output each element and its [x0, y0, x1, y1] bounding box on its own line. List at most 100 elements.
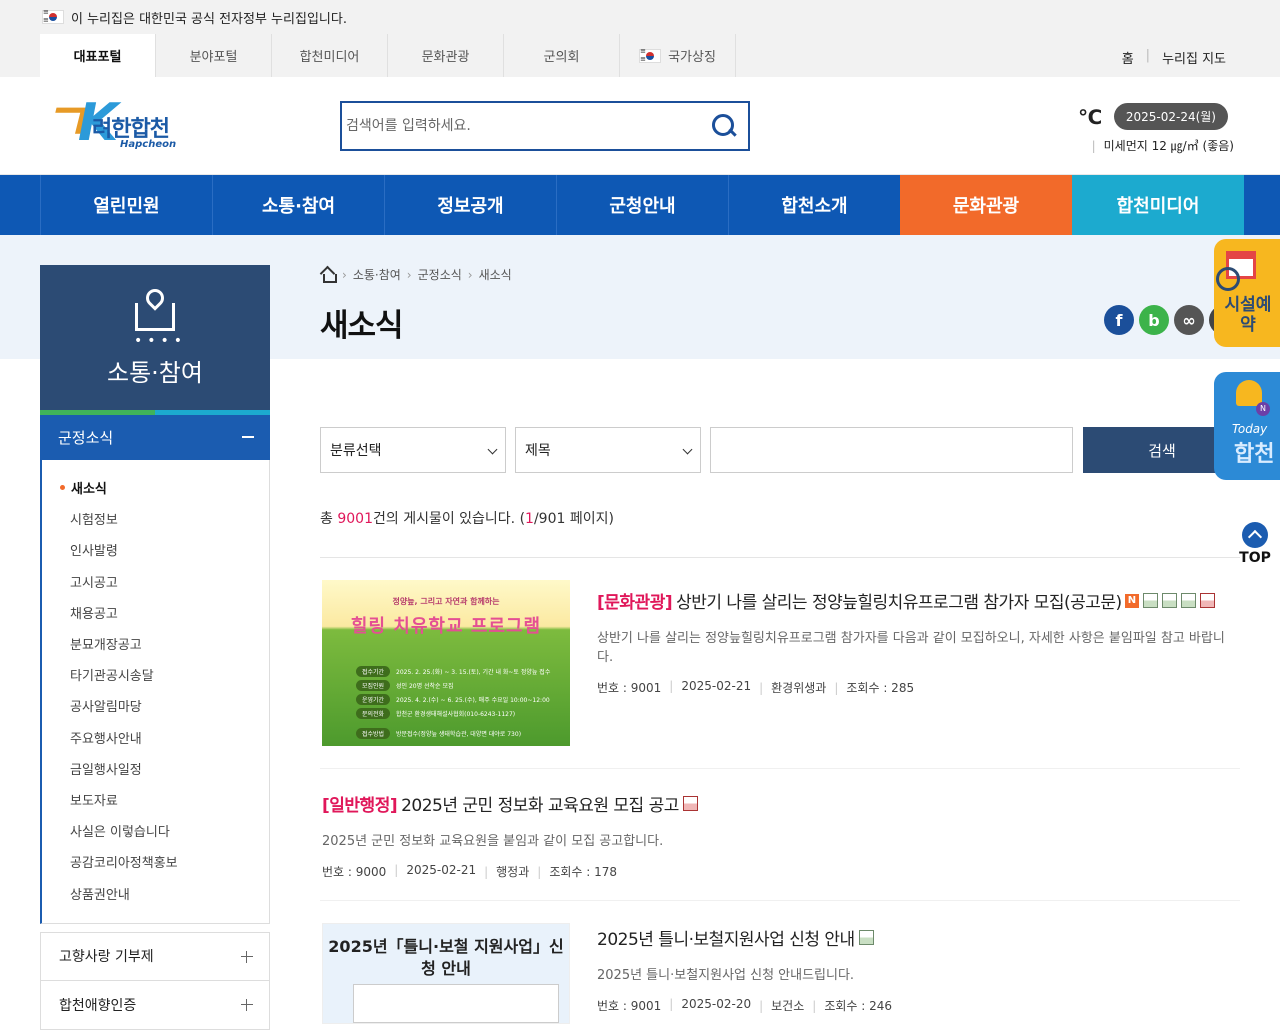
sidebar-item-construction[interactable]: 공사알림마당 [42, 690, 269, 721]
breadcrumb-item[interactable]: 군정소식 [418, 266, 462, 283]
scroll-top-button[interactable]: TOP [1238, 522, 1272, 566]
breadcrumb-item[interactable]: 소통·참여 [353, 266, 401, 283]
sidebar-item-exam[interactable]: 시험정보 [42, 503, 269, 534]
sidebar-item-grave[interactable]: 분묘개장공고 [42, 628, 269, 659]
portal-tab-media[interactable]: 합천미디어 [272, 34, 388, 77]
portal-tab-council[interactable]: 군의회 [504, 34, 620, 77]
hwp-file-icon[interactable] [1142, 593, 1158, 608]
site-header: ㄱK 려한합천 Hapcheon ℃ 2025-02-24(월) 미세먼지 12… [0, 77, 1280, 175]
portal-tab-tour[interactable]: 문화관광 [388, 34, 504, 77]
sidebar-item-policy[interactable]: 공감코리아정책홍보 [42, 846, 269, 877]
chevron-up-icon [1242, 522, 1268, 548]
breadcrumb-item[interactable]: 새소식 [479, 266, 512, 283]
post-title[interactable]: 2025년 틀니·보철지원사업 신청 안내 [597, 925, 1237, 950]
nav-open-petition[interactable]: 열린민원 [40, 175, 212, 235]
total-number: 9001 [337, 511, 373, 527]
page-title: 새소식 [320, 308, 404, 344]
gov-banner: 이 누리집은 대한민국 공식 전자정부 누리집입니다. [0, 0, 1280, 34]
dots-decoration: •••• [134, 333, 188, 349]
sidebar-current-group[interactable]: 군정소식 [40, 415, 270, 460]
bell-icon [1236, 380, 1262, 406]
sidebar-title: 소통·참여 [107, 359, 203, 387]
thumb-row: 접수방법 방문접수(정양늪 생태학습관, 대양면 대야로 730) [356, 728, 521, 739]
sidebar-item-fact[interactable]: 사실은 이렇습니다 [42, 815, 269, 846]
expand-icon [241, 950, 253, 963]
post-category: [일반행정] [322, 796, 398, 816]
post-body: [문화관광] 상반기 나를 살리는 정양늪힐링치유프로그램 참가자 모집(공고문… [597, 588, 1237, 696]
pdf-file-icon[interactable] [1199, 593, 1215, 608]
portal-tab-symbol-label: 국가상징 [668, 50, 716, 65]
sidebar-item-events[interactable]: 주요행사안내 [42, 722, 269, 753]
post-title[interactable]: [일반행정] 2025년 군민 정보화 교육요원 모집 공고 [322, 791, 1222, 816]
hwp-file-icon[interactable] [1180, 593, 1196, 608]
sidebar-item-press[interactable]: 보도자료 [42, 784, 269, 815]
post-thumbnail[interactable]: 2025년「틀니·보철 지원사업」신청 안내 [322, 923, 570, 1024]
chevron-right-icon: › [342, 267, 347, 282]
location-screen-icon [135, 285, 175, 333]
utility-links: 홈 | 누리집 지도 [1122, 48, 1226, 67]
sidebar-header: •••• 소통·참여 [40, 265, 270, 410]
facility-reservation-label: 시설예약 [1224, 295, 1272, 335]
nav-information[interactable]: 정보공개 [384, 175, 556, 235]
facility-reservation-button[interactable]: 시설예약 [1214, 239, 1280, 347]
post-department: 행정과 [476, 863, 529, 880]
portal-tab-field[interactable]: 분야포털 [156, 34, 272, 77]
blog-icon[interactable]: b [1139, 305, 1169, 335]
facebook-icon[interactable]: f [1104, 305, 1134, 335]
thumb-top-text: 정양늪, 그리고 자연과 함께하는 [392, 597, 500, 606]
post-thumbnail[interactable]: 정양늪, 그리고 자연과 함께하는 힐링 치유학교 프로그램 접수기간 2025.… [322, 580, 570, 746]
nav-tourism[interactable]: 문화관광 [900, 175, 1072, 235]
nav-communication[interactable]: 소통·참여 [212, 175, 384, 235]
keyword-input[interactable] [710, 427, 1073, 473]
divider [320, 768, 1240, 769]
sidebar-item-today-events[interactable]: 금일행사일정 [42, 753, 269, 784]
thumb-row: 접수기간 2025. 2. 25.(화) ~ 3. 15.(토), 기간 내 화~… [356, 666, 550, 677]
portal-tab-symbol[interactable]: 국가상징 [620, 34, 736, 77]
temperature-unit: ℃ [1078, 105, 1103, 129]
sitemap-link[interactable]: 누리집 지도 [1162, 48, 1226, 67]
collapse-icon [242, 436, 254, 438]
today-hapcheon-button[interactable]: N Today 합천 [1214, 372, 1280, 480]
category-select[interactable]: 분류선택 [320, 427, 506, 473]
chevron-right-icon: › [406, 267, 412, 282]
sidebar-item-recruit[interactable]: 채용공고 [42, 597, 269, 628]
sidebar-item-notice[interactable]: 고시공고 [42, 566, 269, 597]
sidebar-item-personnel[interactable]: 인사발령 [42, 534, 269, 565]
nav-about[interactable]: 합천소개 [728, 175, 900, 235]
sidebar-current-label: 군정소식 [58, 429, 114, 447]
top-label: TOP [1239, 550, 1271, 566]
home-link[interactable]: 홈 [1122, 48, 1134, 67]
pdf-file-icon[interactable] [682, 796, 698, 811]
sidebar-item-voucher[interactable]: 상품권안내 [42, 877, 269, 908]
post-date: 2025-02-21 [661, 679, 751, 696]
today-hapcheon-label: 합천 [1234, 442, 1275, 467]
sidebar-group-donation[interactable]: 고향사랑 기부제 [40, 931, 270, 981]
new-badge: N [1124, 593, 1139, 608]
nav-office-guide[interactable]: 군청안내 [556, 175, 728, 235]
gov-banner-text: 이 누리집은 대한민국 공식 전자정부 누리집입니다. [71, 11, 347, 27]
korea-flag-icon [639, 47, 662, 63]
post-title[interactable]: [문화관광] 상반기 나를 살리는 정양늪힐링치유프로그램 참가자 모집(공고문… [597, 588, 1237, 613]
divider [320, 900, 1240, 901]
post-views: 조회수 : 246 [804, 997, 892, 1014]
hwp-file-icon[interactable] [858, 930, 874, 945]
field-select[interactable]: 제목 [515, 427, 701, 473]
link-icon[interactable]: ∞ [1174, 305, 1204, 335]
portal-tab-main[interactable]: 대표포털 [40, 34, 156, 77]
home-icon[interactable] [320, 268, 337, 283]
hwp-file-icon[interactable] [1161, 593, 1177, 608]
post-number: 번호 : 9001 [597, 999, 662, 1013]
search-input[interactable] [342, 103, 702, 149]
logo-subtext: Hapcheon [120, 139, 177, 150]
search-icon[interactable] [710, 112, 738, 140]
sidebar-group-certification[interactable]: 합천애향인증 [40, 980, 270, 1030]
sidebar-item-service[interactable]: 타기관공시송달 [42, 659, 269, 690]
site-logo[interactable]: ㄱK 려한합천 Hapcheon [40, 97, 176, 155]
current-page: 1 [525, 511, 534, 527]
fine-dust-info: 미세먼지 12 ㎍/㎥ (좋음) [1092, 137, 1234, 154]
board-search: 분류선택 제목 검색 [320, 427, 1241, 473]
post-title-text: 2025년 군민 정보화 교육요원 모집 공고 [401, 796, 679, 816]
thumb-row: 문의전화 합천군 환경생태해설사협회(010-6243-1127) [356, 708, 515, 719]
sidebar-item-news[interactable]: 새소식 [42, 472, 269, 503]
nav-media[interactable]: 합천미디어 [1072, 175, 1244, 235]
